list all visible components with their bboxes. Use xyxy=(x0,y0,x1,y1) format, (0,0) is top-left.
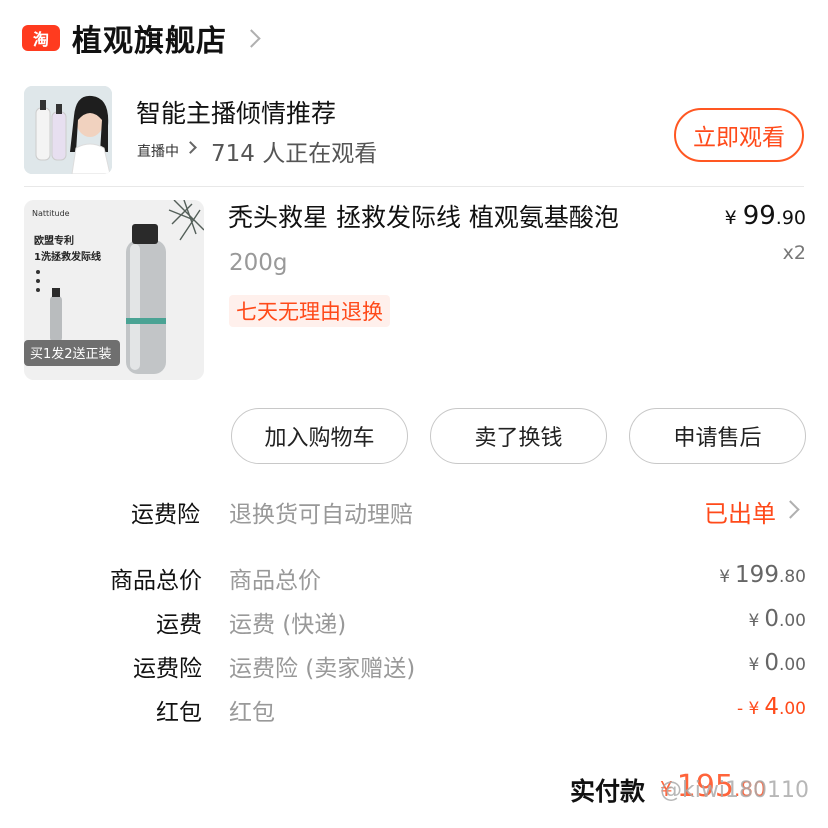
store-header[interactable]: 淘 植观旗舰店 xyxy=(22,14,261,62)
watch-now-button[interactable]: 立即观看 xyxy=(674,108,804,162)
live-status: 直播中 xyxy=(137,144,179,160)
summary-label: 商品总价 xyxy=(110,568,202,594)
product-image-brand: Nattitude xyxy=(32,209,70,218)
value-integer: 0 xyxy=(764,650,779,676)
product-title[interactable]: 秃头救星 拯救发际线 植观氨基酸泡 xyxy=(228,198,688,234)
divider xyxy=(24,186,804,187)
price-decimal: .90 xyxy=(775,207,806,229)
insurance-desc: 退换货可自动理赔 xyxy=(229,502,413,528)
summary-label: 红包 xyxy=(156,700,202,726)
product-image-patent: 欧盟专利 xyxy=(34,234,74,247)
value-integer: 199 xyxy=(735,562,779,588)
value-decimal: .80 xyxy=(778,567,806,587)
store-logo-icon: 淘 xyxy=(22,25,60,51)
value-integer: 0 xyxy=(764,606,779,632)
insurance-status[interactable]: 已出单 xyxy=(704,494,776,529)
price-integer: 99 xyxy=(742,201,776,231)
summary-value: - ¥4.00 xyxy=(737,694,806,720)
live-thumbnail-image xyxy=(24,86,112,174)
add-to-cart-button[interactable]: 加入购物车 xyxy=(231,408,408,464)
summary-desc: 商品总价 xyxy=(229,568,321,594)
value-decimal: .00 xyxy=(778,699,806,719)
summary-value: ¥0.00 xyxy=(748,650,806,676)
summary-label: 运费险 xyxy=(133,656,202,682)
sell-button[interactable]: 卖了换钱 xyxy=(430,408,607,464)
value-decimal: .00 xyxy=(778,611,806,631)
summary-desc: 运费险 (卖家赠送) xyxy=(229,656,416,682)
product-image-promo: 买1发2送正装 xyxy=(30,346,112,362)
after-sale-button[interactable]: 申请售后 xyxy=(629,408,806,464)
product-image-slogan: 1洗拯救发际线 xyxy=(34,250,101,263)
summary-desc: 红包 xyxy=(229,700,275,726)
product-spec: 200g xyxy=(229,250,288,276)
summary-value: ¥0.00 xyxy=(748,606,806,632)
product-quantity: x2 xyxy=(782,242,806,264)
return-policy-badge: 七天无理由退换 xyxy=(229,295,390,327)
currency-symbol: ¥ xyxy=(748,655,760,675)
watermark: @kiwi180110 xyxy=(660,778,809,803)
total-label: 实付款 xyxy=(570,777,646,806)
summary-desc: 运费 (快递) xyxy=(229,612,347,638)
chevron-right-icon xyxy=(184,141,197,154)
chevron-right-icon xyxy=(242,28,261,48)
summary-label: 运费 xyxy=(156,612,202,638)
value-integer: 4 xyxy=(764,694,779,720)
value-decimal: .00 xyxy=(778,655,806,675)
store-name[interactable]: 植观旗舰店 xyxy=(72,16,227,60)
currency-symbol: - ¥ xyxy=(736,699,760,719)
product-image[interactable]: Nattitude 欧盟专利 1洗拯救发际线 买1发2送正装 xyxy=(24,200,204,380)
insurance-label: 运费险 xyxy=(131,502,200,528)
chevron-right-icon[interactable] xyxy=(781,500,800,519)
product-price: ¥99.90 xyxy=(725,201,806,231)
live-thumbnail[interactable] xyxy=(24,86,112,174)
summary-value: ¥199.80 xyxy=(719,562,806,588)
live-title[interactable]: 智能主播倾情推荐 xyxy=(136,94,336,130)
product-image-art: Nattitude 欧盟专利 1洗拯救发际线 买1发2送正装 xyxy=(24,200,204,380)
currency-symbol: ¥ xyxy=(719,567,731,587)
currency-symbol: ¥ xyxy=(748,611,760,631)
currency-symbol: ¥ xyxy=(724,207,737,229)
live-viewers: 714 人正在观看 xyxy=(211,141,378,167)
